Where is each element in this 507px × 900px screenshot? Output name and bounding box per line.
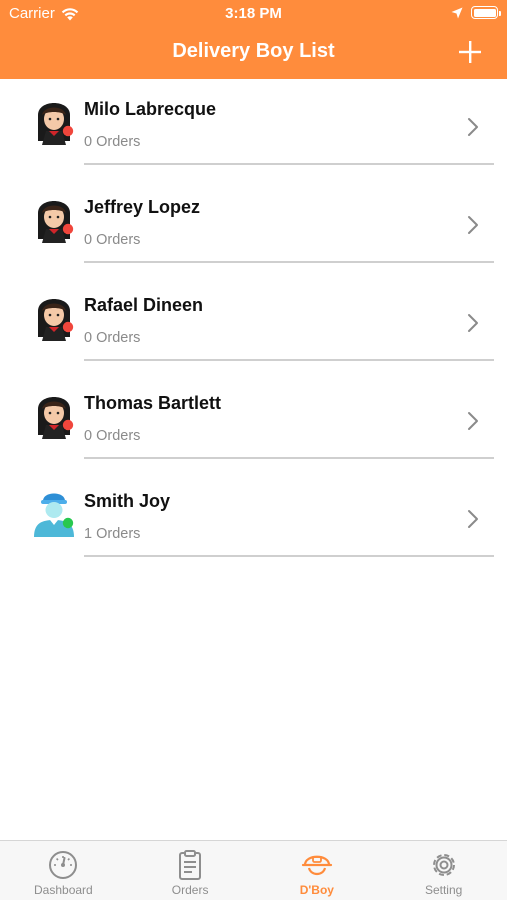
- delivery-boy-row[interactable]: Smith Joy 1 Orders: [0, 471, 507, 569]
- delivery-boy-avatar-icon: [38, 201, 70, 243]
- delivery-boy-row[interactable]: Thomas Bartlett 0 Orders: [0, 373, 507, 471]
- tab-dashboard[interactable]: Dashboard: [0, 841, 127, 900]
- delivery-boy-name: Rafael Dineen: [84, 295, 204, 315]
- order-count: 1 Orders: [84, 526, 141, 542]
- delivery-helmet-icon: [301, 855, 332, 876]
- status-time: 3:18 PM: [225, 5, 282, 22]
- dashboard-gauge-icon: [49, 851, 78, 879]
- order-count: 0 Orders: [84, 330, 141, 346]
- tab-dboy[interactable]: D'Boy: [254, 841, 381, 900]
- status-bar: Carrier 3:18 PM: [0, 0, 507, 28]
- page-title: Delivery Boy List: [172, 40, 335, 62]
- row-separator: [84, 261, 494, 263]
- add-delivery-boy-button[interactable]: [457, 39, 483, 65]
- status-right-icons: [451, 6, 501, 19]
- gear-icon: [432, 854, 455, 876]
- clipboard-icon: [179, 850, 202, 880]
- chevron-right-icon: [468, 412, 478, 430]
- row-separator: [84, 359, 494, 361]
- delivery-boy-name: Smith Joy: [84, 491, 171, 511]
- tab-label: Dashboard: [34, 883, 93, 897]
- row-separator: [84, 163, 494, 165]
- delivery-boy-avatar-icon: [38, 397, 70, 439]
- battery-icon: [471, 6, 501, 19]
- chevron-right-icon: [468, 314, 478, 332]
- order-count: 0 Orders: [84, 428, 141, 444]
- tab-label: Orders: [171, 883, 209, 897]
- tab-bar: Dashboard Orders D'Boy Setting: [0, 840, 507, 900]
- delivery-boy-name: Thomas Bartlett: [84, 393, 222, 413]
- location-arrow-icon: [451, 7, 463, 18]
- delivery-boy-name: Milo Labrecque: [84, 99, 217, 119]
- order-count: 0 Orders: [84, 232, 141, 248]
- delivery-boy-list: Milo Labrecque 0 Orders Jeffrey Lopez 0 …: [0, 79, 507, 569]
- tab-setting[interactable]: Setting: [380, 841, 507, 900]
- order-count: 0 Orders: [84, 134, 141, 150]
- chevron-right-icon: [468, 118, 478, 136]
- plus-icon: [459, 41, 481, 63]
- delivery-boy-row[interactable]: Jeffrey Lopez 0 Orders: [0, 177, 507, 275]
- courier-avatar-icon: [34, 493, 74, 537]
- tab-label: Setting: [424, 883, 463, 897]
- tab-orders[interactable]: Orders: [127, 841, 254, 900]
- delivery-boy-row[interactable]: Rafael Dineen 0 Orders: [0, 275, 507, 373]
- chevron-right-icon: [468, 510, 478, 528]
- navigation-header: Carrier 3:18 PM Delivery Boy List: [0, 0, 507, 79]
- chevron-right-icon: [468, 216, 478, 234]
- row-separator: [84, 555, 494, 557]
- tab-label: D'Boy: [299, 883, 334, 897]
- delivery-boy-name: Jeffrey Lopez: [84, 197, 201, 217]
- delivery-boy-row[interactable]: Milo Labrecque 0 Orders: [0, 79, 507, 177]
- delivery-boy-avatar-icon: [38, 103, 70, 145]
- delivery-boy-avatar-icon: [38, 299, 70, 341]
- row-separator: [84, 457, 494, 459]
